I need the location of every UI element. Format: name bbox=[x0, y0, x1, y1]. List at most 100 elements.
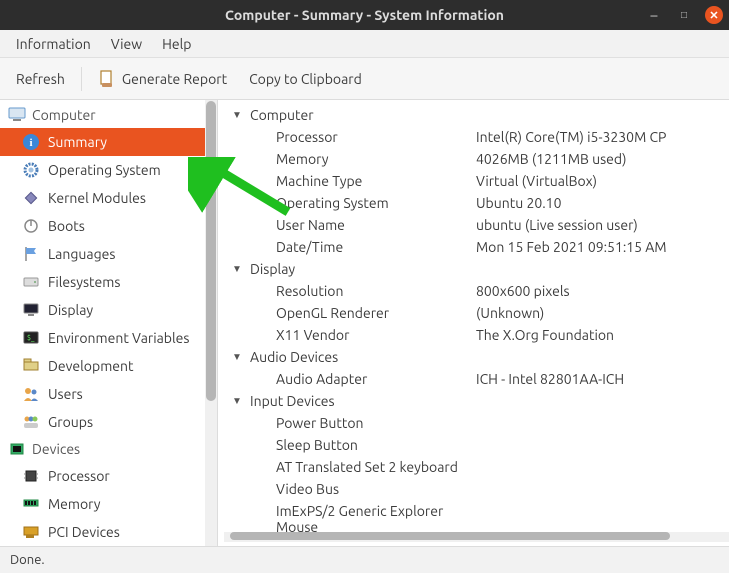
svg-text:i: i bbox=[29, 137, 32, 149]
flag-icon bbox=[22, 245, 40, 263]
sidebar-item-label: PCI Devices bbox=[48, 524, 120, 540]
content-group-header[interactable]: ▼Input Devices bbox=[224, 390, 729, 412]
sidebar-item-label: Filesystems bbox=[48, 274, 120, 290]
window-title: Computer - Summary - System Information bbox=[8, 7, 721, 23]
terminal-icon: $_ bbox=[22, 329, 40, 347]
content-row[interactable]: Operating SystemUbuntu 20.10 bbox=[224, 192, 729, 214]
row-key: User Name bbox=[276, 217, 476, 233]
row-key: Machine Type bbox=[276, 173, 476, 189]
minimize-button[interactable]: – bbox=[645, 6, 663, 24]
row-value: 4026MB (1211MB used) bbox=[476, 151, 729, 167]
disclosure-triangle-icon: ▼ bbox=[232, 109, 244, 121]
row-key: Resolution bbox=[276, 283, 476, 299]
info-icon: i bbox=[22, 133, 40, 151]
group-title: Audio Devices bbox=[250, 349, 338, 365]
content-row[interactable]: Machine TypeVirtual (VirtualBox) bbox=[224, 170, 729, 192]
sidebar-item-processor[interactable]: Processor bbox=[0, 462, 205, 490]
sidebar-item-memory[interactable]: Memory bbox=[0, 490, 205, 518]
row-key: ImExPS/2 Generic Explorer Mouse bbox=[276, 503, 476, 535]
memory-icon bbox=[22, 495, 40, 513]
sidebar-item-label: Processor bbox=[48, 468, 110, 484]
row-key: OpenGL Renderer bbox=[276, 305, 476, 321]
sidebar-item-label: Operating System bbox=[48, 162, 161, 178]
cpu-icon bbox=[22, 467, 40, 485]
generate-report-button[interactable]: Generate Report bbox=[92, 66, 233, 92]
titlebar[interactable]: Computer - Summary - System Information … bbox=[0, 0, 729, 30]
row-value: Mon 15 Feb 2021 09:51:15 AM bbox=[476, 239, 729, 255]
sidebar-category-computer[interactable]: Computer bbox=[0, 102, 205, 128]
sidebar-item-filesystems[interactable]: Filesystems bbox=[0, 268, 205, 296]
content-row[interactable]: Memory4026MB (1211MB used) bbox=[224, 148, 729, 170]
display-icon bbox=[22, 301, 40, 319]
row-key: Video Bus bbox=[276, 481, 476, 497]
sidebar-item-env-vars[interactable]: $_ Environment Variables bbox=[0, 324, 205, 352]
sidebar-item-groups[interactable]: Groups bbox=[0, 408, 205, 436]
sidebar-item-summary[interactable]: i Summary bbox=[0, 128, 205, 156]
copy-clipboard-button[interactable]: Copy to Clipboard bbox=[243, 67, 368, 91]
sidebar-item-label: Display bbox=[48, 302, 93, 318]
sidebar-item-label: Languages bbox=[48, 246, 115, 262]
pci-icon bbox=[22, 523, 40, 541]
sidebar-item-pci[interactable]: PCI Devices bbox=[0, 518, 205, 546]
sidebar-item-users[interactable]: Users bbox=[0, 380, 205, 408]
row-value: ICH - Intel 82801AA-ICH bbox=[476, 371, 729, 387]
row-value: 800x600 pixels bbox=[476, 283, 729, 299]
toolbar: Refresh Generate Report Copy to Clipboar… bbox=[0, 58, 729, 100]
row-key: Sleep Button bbox=[276, 437, 476, 453]
sidebar-item-label: Groups bbox=[48, 414, 93, 430]
group-title: Display bbox=[250, 261, 295, 277]
disclosure-triangle-icon: ▼ bbox=[232, 351, 244, 363]
maximize-button[interactable]: □ bbox=[675, 6, 693, 24]
group-title: Computer bbox=[250, 107, 314, 123]
users-icon bbox=[22, 385, 40, 403]
sidebar-item-operating-system[interactable]: Operating System bbox=[0, 156, 205, 184]
content-h-scrollbar[interactable] bbox=[224, 532, 729, 542]
refresh-button[interactable]: Refresh bbox=[10, 67, 71, 91]
sidebar-scrollbar[interactable] bbox=[205, 100, 217, 546]
content-row[interactable]: Video Bus bbox=[224, 478, 729, 500]
content-row[interactable]: Sleep Button bbox=[224, 434, 729, 456]
content-group-header[interactable]: ▼ Audio Devices bbox=[224, 346, 729, 368]
row-key: Memory bbox=[276, 151, 476, 167]
sidebar-item-development[interactable]: Development bbox=[0, 352, 205, 380]
row-value bbox=[476, 459, 729, 475]
sidebar-item-label: Development bbox=[48, 358, 134, 374]
menu-information[interactable]: Information bbox=[8, 32, 99, 56]
sidebar-category-devices[interactable]: Devices bbox=[0, 436, 205, 462]
menu-view[interactable]: View bbox=[103, 32, 150, 56]
row-value bbox=[476, 415, 729, 431]
content-row[interactable]: Audio AdapterICH - Intel 82801AA-ICH bbox=[224, 368, 729, 390]
power-icon bbox=[22, 217, 40, 235]
disclosure-triangle-icon: ▼ bbox=[232, 395, 244, 407]
close-button[interactable]: ✕ bbox=[705, 6, 723, 24]
sidebar-item-label: Kernel Modules bbox=[48, 190, 146, 206]
content-row[interactable]: X11 VendorThe X.Org Foundation bbox=[224, 324, 729, 346]
computer-icon bbox=[8, 106, 26, 124]
content-row[interactable]: Date/TimeMon 15 Feb 2021 09:51:15 AM bbox=[224, 236, 729, 258]
sidebar-item-boots[interactable]: Boots bbox=[0, 212, 205, 240]
content-row[interactable]: Power Button bbox=[224, 412, 729, 434]
sidebar-item-languages[interactable]: Languages bbox=[0, 240, 205, 268]
content-row[interactable]: Resolution800x600 pixels bbox=[224, 280, 729, 302]
content-group-header[interactable]: ▼Display bbox=[224, 258, 729, 280]
groups-icon bbox=[22, 413, 40, 431]
menu-help[interactable]: Help bbox=[154, 32, 199, 56]
chip-icon bbox=[8, 440, 26, 458]
sidebar: Computer i Summary Operating System Kern… bbox=[0, 100, 218, 546]
row-key: Operating System bbox=[276, 195, 476, 211]
sidebar-item-display[interactable]: Display bbox=[0, 296, 205, 324]
row-value bbox=[476, 437, 729, 453]
content-row[interactable]: ProcessorIntel(R) Core(TM) i5-3230M CP bbox=[224, 126, 729, 148]
dev-icon bbox=[22, 357, 40, 375]
row-key: Audio Adapter bbox=[276, 371, 476, 387]
sidebar-item-kernel-modules[interactable]: Kernel Modules bbox=[0, 184, 205, 212]
content-group-header[interactable]: ▼ Computer bbox=[224, 104, 729, 126]
sidebar-item-label: Users bbox=[48, 386, 83, 402]
sidebar-item-label: Memory bbox=[48, 496, 101, 512]
row-key: Processor bbox=[276, 129, 476, 145]
close-icon: ✕ bbox=[705, 6, 723, 24]
content-row[interactable]: AT Translated Set 2 keyboard bbox=[224, 456, 729, 478]
content-row[interactable]: OpenGL Renderer(Unknown) bbox=[224, 302, 729, 324]
sidebar-item-label: Boots bbox=[48, 218, 85, 234]
content-row[interactable]: User Nameubuntu (Live session user) bbox=[224, 214, 729, 236]
